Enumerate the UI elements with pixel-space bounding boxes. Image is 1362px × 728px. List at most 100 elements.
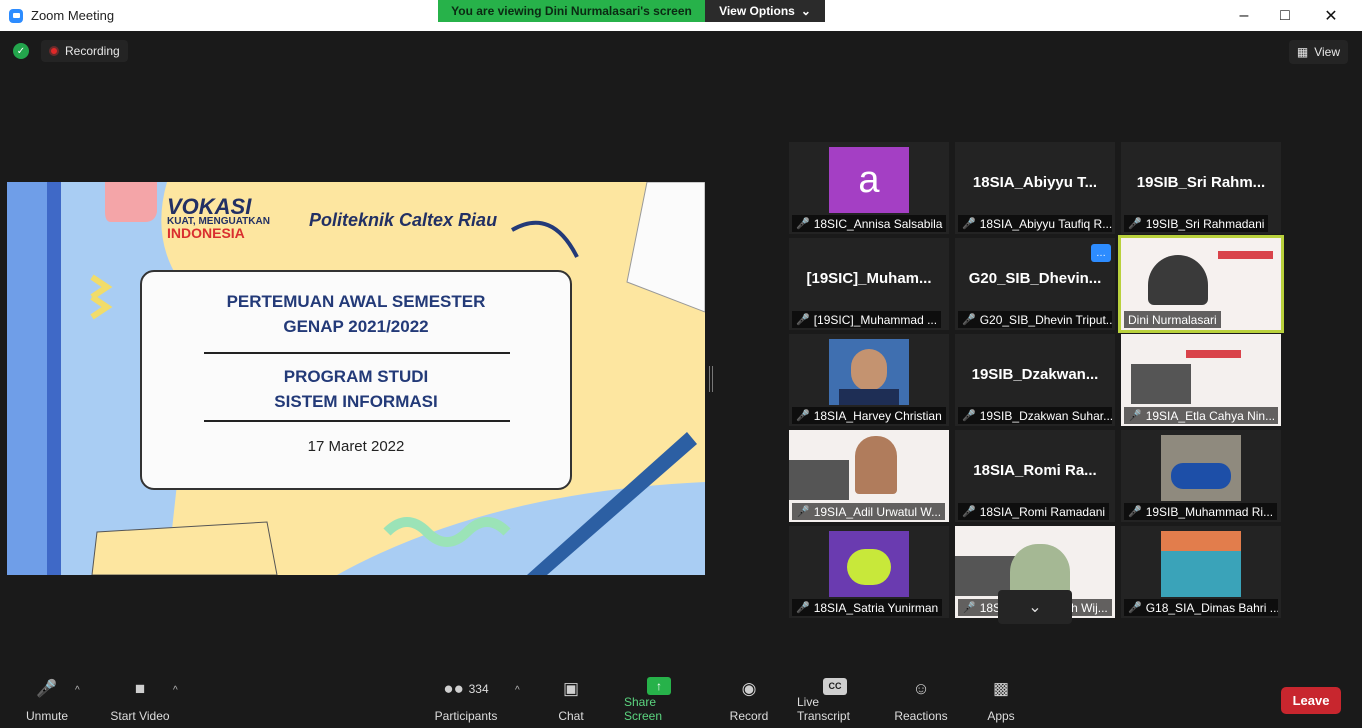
shared-screen: VOKASI KUAT, MENGUATKAN INDONESIA Polite…: [7, 182, 705, 575]
mic-muted-icon: 🎤: [1128, 506, 1142, 518]
vokasi-logo-indonesia: INDONESIA: [167, 225, 245, 241]
participants-options-caret-icon[interactable]: ^: [515, 685, 520, 696]
start-video-button[interactable]: ■ Start Video: [110, 677, 170, 723]
participant-tile[interactable]: 🎤 18SIA_Harvey Christian: [789, 334, 949, 426]
participant-name: 19SIA_Etla Cahya Nin...: [1145, 408, 1276, 423]
participant-name: Dini Nurmalasari: [1128, 312, 1217, 327]
window-title: Zoom Meeting: [31, 8, 115, 23]
participant-tile[interactable]: 19SIB_Dzakwan... 🎤 19SIB_Dzakwan Suhar...: [955, 334, 1115, 426]
participant-display-name: 18SIA_Romi Ra...: [973, 462, 1097, 479]
recording-label: Recording: [65, 44, 120, 58]
gallery-next-page-button[interactable]: ⌄: [998, 590, 1072, 624]
slide-date: 17 Maret 2022: [307, 438, 405, 455]
close-button[interactable]: ✕: [1308, 0, 1354, 31]
participant-video: [1131, 364, 1191, 404]
participant-photo: [829, 339, 909, 405]
share-screen-label: Share Screen: [624, 695, 663, 723]
recording-indicator[interactable]: Recording: [41, 40, 128, 62]
participants-label: Participants: [434, 709, 498, 723]
unmute-label: Unmute: [25, 709, 69, 723]
participant-tile[interactable]: 🎤 18SIA_Satria Yunirman: [789, 526, 949, 618]
mic-muted-icon: 🎤: [1128, 218, 1142, 230]
apps-label: Apps: [987, 709, 1015, 723]
slide-divider: [204, 352, 510, 354]
viewing-screen-banner: You are viewing Dini Nurmalasari's scree…: [438, 0, 705, 22]
avatar: a: [829, 147, 909, 213]
view-options-label: View Options: [719, 4, 795, 18]
audio-options-caret-icon[interactable]: ^: [75, 685, 80, 696]
participant-name: 18SIC_Annisa Salsabila: [813, 216, 943, 231]
video-banner: [1218, 251, 1273, 259]
participant-name: 18SIA_Abiyyu Taufiq R...: [979, 216, 1112, 231]
video-options-caret-icon[interactable]: ^: [173, 685, 178, 696]
participant-tile[interactable]: … G20_SIB_Dhevin... 🎤 G20_SIB_Dhevin Trip…: [955, 238, 1115, 330]
chat-icon: ▣: [562, 679, 580, 698]
mic-muted-icon: 🎤: [796, 410, 810, 422]
slide-program-line2: SISTEM INFORMASI: [274, 392, 438, 411]
participant-tile[interactable]: 🎤 19SIB_Muhammad Ri...: [1121, 430, 1281, 522]
participant-display-name: 18SIA_Abiyyu T...: [972, 174, 1098, 191]
reactions-label: Reactions: [894, 709, 948, 723]
meeting-area: ✓ Recording ▦ View VOKASI KUAT, MENGUATK…: [0, 31, 1362, 671]
mic-off-icon: 🎤: [36, 679, 58, 698]
participant-name: [19SIC]_Muhammad ...: [813, 312, 938, 327]
view-options-button[interactable]: View Options ⌄: [705, 0, 825, 22]
reactions-button[interactable]: ☺ Reactions: [894, 677, 948, 723]
minimize-button[interactable]: –: [1221, 0, 1267, 31]
video-banner: [1186, 350, 1241, 358]
slide-heading-line1: PERTEMUAN AWAL SEMESTER: [226, 292, 486, 311]
view-label: View: [1314, 45, 1340, 59]
resize-handle[interactable]: [709, 366, 713, 392]
participants-icon: ●●: [443, 679, 464, 698]
vokasi-logo: VOKASI KUAT, MENGUATKAN INDONESIA: [167, 194, 287, 241]
participant-tile[interactable]: 🎤 G18_SIA_Dimas Bahri ...: [1121, 526, 1281, 618]
unmute-button[interactable]: 🎤 Unmute: [24, 677, 70, 723]
mic-muted-icon: 🎤: [1128, 410, 1142, 422]
closed-caption-icon: CC: [823, 677, 847, 695]
slide-title-card: PERTEMUAN AWAL SEMESTER GENAP 2021/2022 …: [140, 270, 572, 490]
participant-tile[interactable]: a 🎤 18SIC_Annisa Salsabila: [789, 142, 949, 234]
video-off-icon: ■: [134, 679, 146, 698]
maximize-button[interactable]: □: [1262, 0, 1308, 31]
participant-video: [1148, 255, 1208, 305]
meeting-toolbar: 🎤 Unmute ^ ■ Start Video ^ ●● 334 Partic…: [0, 671, 1362, 728]
participant-tile[interactable]: [19SIC]_Muham... 🎤 [19SIC]_Muhammad ...: [789, 238, 949, 330]
participant-display-name: G20_SIB_Dhevin...: [968, 270, 1102, 287]
participant-tile[interactable]: 🎤 19SIA_Adil Urwatul W...: [789, 430, 949, 522]
participants-count: 334: [468, 682, 489, 696]
chat-button[interactable]: ▣ Chat: [556, 677, 586, 723]
participant-tile-active-speaker[interactable]: Dini Nurmalasari: [1118, 235, 1284, 333]
more-options-icon[interactable]: …: [1091, 244, 1111, 262]
smiley-plus-icon: ☺: [912, 679, 930, 698]
participant-name: 19SIA_Adil Urwatul W...: [813, 504, 942, 519]
participant-name: G18_SIA_Dimas Bahri ...: [1145, 600, 1278, 615]
security-shield-icon[interactable]: ✓: [13, 43, 29, 59]
mic-muted-icon: 🎤: [962, 506, 976, 518]
participant-tile[interactable]: 🎤 19SIA_Etla Cahya Nin...: [1121, 334, 1281, 426]
participant-name: 19SIB_Muhammad Ri...: [1145, 504, 1274, 519]
apps-button[interactable]: ▩ Apps: [986, 677, 1016, 723]
participant-tile[interactable]: 19SIB_Sri Rahm... 🎤 19SIB_Sri Rahmadani: [1121, 142, 1281, 234]
record-icon: ◉: [741, 679, 757, 698]
participant-display-name: 19SIB_Sri Rahm...: [1136, 174, 1266, 191]
participant-display-name: [19SIC]_Muham...: [806, 270, 932, 287]
start-video-label: Start Video: [110, 709, 170, 723]
participant-name: G20_SIB_Dhevin Triput...: [979, 312, 1112, 327]
participant-photo: [1161, 531, 1241, 597]
live-transcript-button[interactable]: CC Live Transcript: [797, 677, 873, 723]
share-screen-button[interactable]: ↑ Share Screen: [624, 677, 694, 723]
record-button[interactable]: ◉ Record: [729, 677, 769, 723]
participants-button[interactable]: ●● 334 Participants: [434, 677, 498, 723]
participant-tile[interactable]: 18SIA_Romi Ra... 🎤 18SIA_Romi Ramadani: [955, 430, 1115, 522]
participant-tile[interactable]: 18SIA_Abiyyu T... 🎤 18SIA_Abiyyu Taufiq R…: [955, 142, 1115, 234]
record-label: Record: [729, 709, 769, 723]
share-screen-icon: ↑: [647, 677, 671, 695]
mic-muted-icon: 🎤: [796, 218, 810, 230]
participant-name: 19SIB_Dzakwan Suhar...: [979, 408, 1112, 423]
leave-button[interactable]: Leave: [1281, 687, 1341, 714]
view-button[interactable]: ▦ View: [1288, 40, 1348, 64]
participant-name: 18SIA_Satria Yunirman: [813, 600, 939, 615]
slide-divider: [204, 420, 510, 422]
mic-muted-icon: 🎤: [796, 506, 810, 518]
participant-video: [789, 460, 849, 500]
